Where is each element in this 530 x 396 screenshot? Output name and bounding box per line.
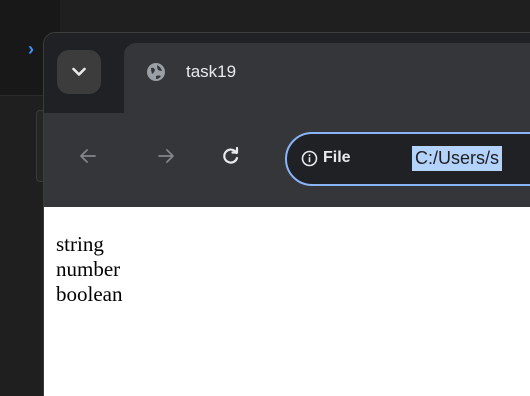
address-bar[interactable]: File C:/Users/s — [285, 132, 530, 186]
arrow-left-icon — [80, 149, 96, 163]
info-circle-icon — [301, 150, 318, 166]
browser-toolbar: File C:/Users/s — [44, 113, 530, 207]
desktop: › task19 File C:/Users/s string number b… — [0, 0, 530, 396]
page-text-line: string — [56, 232, 104, 256]
page-content: string number boolean — [44, 207, 530, 396]
globe-icon — [147, 63, 165, 81]
site-info-label: File — [323, 149, 351, 166]
reload-icon — [223, 147, 239, 164]
chevron-down-icon — [72, 67, 86, 76]
back-button[interactable] — [71, 139, 105, 173]
page-text-line: boolean — [56, 282, 123, 306]
tab-search-button[interactable] — [57, 50, 101, 94]
editor-logo-icon: › — [28, 39, 34, 59]
reload-button[interactable] — [214, 139, 248, 173]
tab-task19[interactable]: task19 — [124, 43, 530, 113]
arrow-right-icon — [158, 149, 174, 163]
url-text[interactable]: C:/Users/s — [412, 146, 503, 171]
tab-strip: task19 — [44, 33, 530, 113]
tab-title: task19 — [186, 62, 237, 81]
forward-button[interactable] — [149, 139, 183, 173]
browser-window: task19 File C:/Users/s string number boo… — [43, 32, 530, 396]
page-text-line: number — [56, 257, 121, 281]
site-info-button[interactable]: File — [301, 147, 351, 169]
